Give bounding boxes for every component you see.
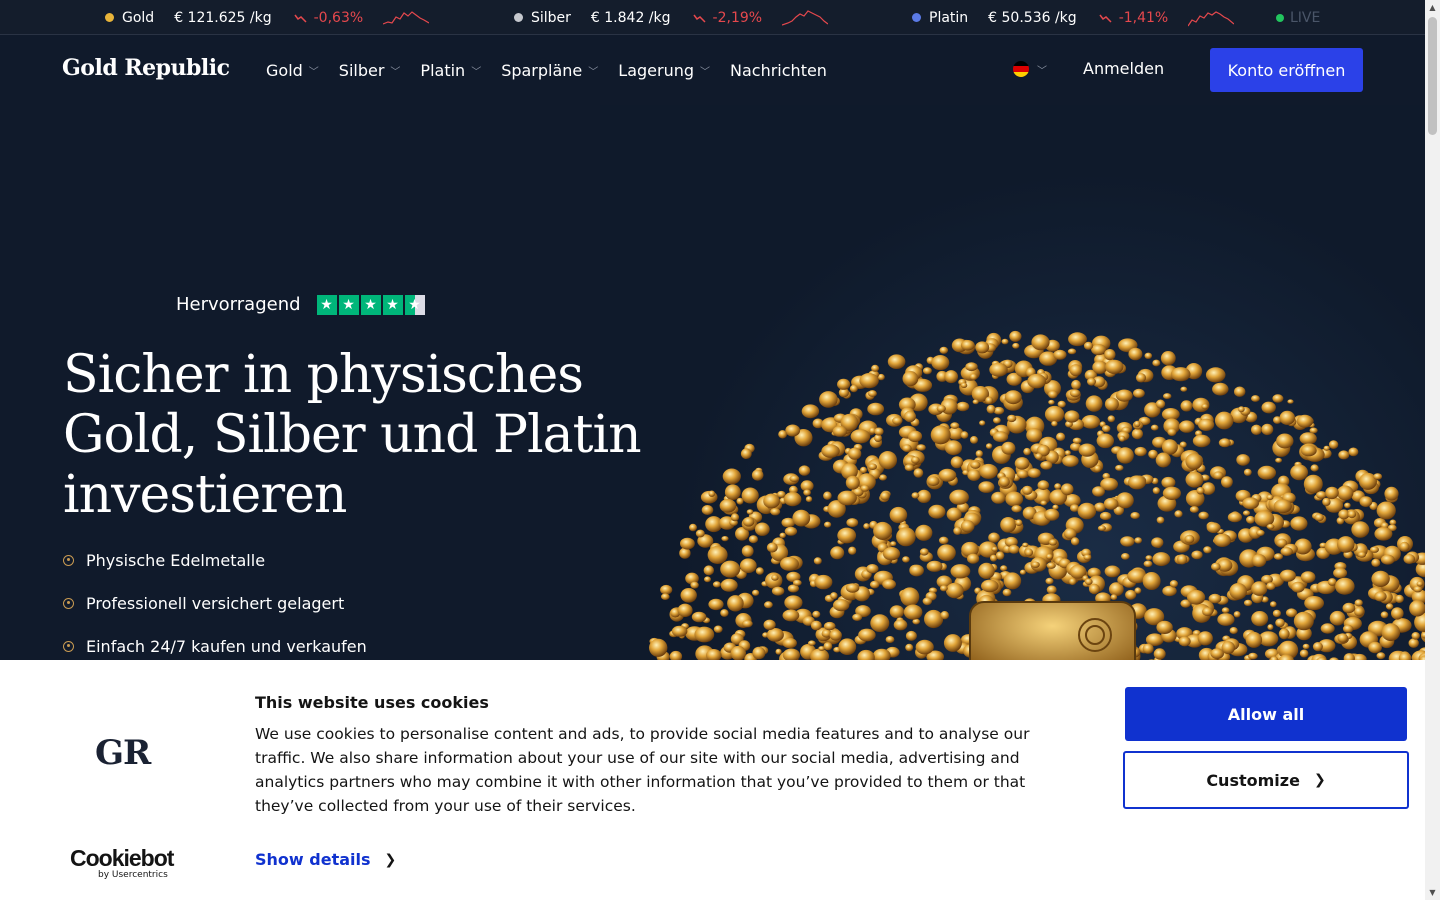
hero-bullets: Physische Edelmetalle Professionell vers… bbox=[63, 548, 367, 677]
list-item: Professionell versichert gelagert bbox=[63, 591, 367, 615]
bullet-ring-icon bbox=[63, 597, 74, 609]
chevron-down-icon: ﹀ bbox=[390, 66, 401, 78]
live-dot-icon bbox=[1276, 13, 1284, 22]
cookiebot-logo[interactable]: Cookiebot by Usercentrics bbox=[70, 845, 174, 880]
star-icon: ★ bbox=[316, 294, 337, 315]
open-account-button[interactable]: Konto eröffnen bbox=[1210, 48, 1363, 92]
sparkline-icon bbox=[782, 9, 829, 26]
chevron-down-icon: ﹀ bbox=[308, 66, 319, 78]
scrollbar-thumb[interactable] bbox=[1428, 17, 1437, 135]
platinum-dot-icon bbox=[912, 13, 921, 22]
trend-down-icon bbox=[692, 14, 706, 23]
scroll-up-icon[interactable]: ▲ bbox=[1425, 0, 1440, 15]
ticker-platin[interactable]: Platin € 50.536 /kg -1,41% bbox=[912, 0, 1235, 35]
chevron-down-icon: ﹀ bbox=[588, 66, 599, 78]
ticker-price: € 50.536 /kg bbox=[988, 9, 1077, 26]
customize-button[interactable]: Customize ❯ bbox=[1123, 751, 1409, 809]
silver-dot-icon bbox=[514, 13, 523, 22]
ticker-name: Gold bbox=[122, 9, 155, 26]
bullet-ring-icon bbox=[63, 640, 74, 652]
hero-headline: Sicher in physisches Gold, Silber und Pl… bbox=[63, 345, 642, 525]
sparkline-icon bbox=[383, 10, 430, 25]
nav-item-platin[interactable]: Platin ﹀ bbox=[420, 61, 481, 80]
ticker-silber[interactable]: Silber € 1.842 /kg -2,19% bbox=[514, 0, 829, 35]
nav-item-silber[interactable]: Silber ﹀ bbox=[339, 61, 401, 80]
chevron-right-icon: ❯ bbox=[1313, 772, 1326, 788]
list-item: Physische Edelmetalle bbox=[63, 548, 367, 572]
ticker-gold[interactable]: Gold € 121.625 /kg -0,63% bbox=[105, 0, 430, 35]
gold-granules-image bbox=[649, 330, 1425, 665]
show-details-link[interactable]: Show details ❯ bbox=[255, 850, 396, 869]
site-header: Gold Republic Gold ﹀ Silber ﹀ Platin ﹀ Spar… bbox=[0, 35, 1425, 105]
live-indicator: LIVE bbox=[1276, 0, 1320, 35]
rating-stars: ★ ★ ★ ★ ★ bbox=[316, 294, 427, 315]
sparkline-icon bbox=[1188, 10, 1235, 26]
ticker-change: -1,41% bbox=[1099, 10, 1168, 26]
star-icon: ★ bbox=[360, 294, 381, 315]
live-label: LIVE bbox=[1290, 9, 1321, 26]
chevron-down-icon: ﹀ bbox=[700, 66, 711, 78]
ticker-price: € 1.842 /kg bbox=[590, 9, 671, 26]
ticker-change: -2,19% bbox=[692, 10, 762, 26]
login-link[interactable]: Anmelden bbox=[1083, 59, 1164, 78]
ticker-name: Silber bbox=[531, 9, 571, 26]
trend-down-icon bbox=[294, 14, 307, 23]
nav-item-lagerung[interactable]: Lagerung ﹀ bbox=[618, 61, 710, 80]
cookie-text: We use cookies to personalise content an… bbox=[255, 725, 1030, 815]
ticker-price: € 121.625 /kg bbox=[174, 9, 272, 26]
brand-logo: GR bbox=[95, 733, 151, 773]
gold-dot-icon bbox=[105, 13, 114, 22]
cookie-banner: GR Cookiebot by Usercentrics This websit… bbox=[0, 660, 1425, 900]
site-logo[interactable]: Gold Republic bbox=[62, 55, 230, 81]
chevron-down-icon: ﹀ bbox=[471, 66, 482, 78]
language-selector[interactable]: ﹀ bbox=[1013, 61, 1047, 77]
trustpilot-rating[interactable]: Hervorragend ★ ★ ★ ★ ★ bbox=[176, 294, 427, 315]
bullet-ring-icon bbox=[63, 554, 74, 566]
chevron-right-icon: ❯ bbox=[384, 851, 397, 868]
nav-item-sparplaene[interactable]: Sparpläne ﹀ bbox=[501, 61, 598, 80]
ticker-name: Platin bbox=[929, 9, 969, 26]
chevron-down-icon: ﹀ bbox=[1037, 65, 1047, 77]
main-nav: Gold ﹀ Silber ﹀ Platin ﹀ Sparpläne ﹀ Lagerun… bbox=[266, 35, 847, 105]
scroll-down-icon[interactable]: ▼ bbox=[1425, 885, 1440, 900]
half-star-icon: ★ bbox=[404, 294, 425, 315]
ticker-change: -0,63% bbox=[294, 10, 363, 26]
price-ticker: Gold € 121.625 /kg -0,63% Silber € 1.842… bbox=[0, 0, 1425, 35]
star-icon: ★ bbox=[382, 294, 403, 315]
star-icon: ★ bbox=[338, 294, 359, 315]
rating-label: Hervorragend bbox=[176, 294, 301, 315]
allow-all-button[interactable]: Allow all bbox=[1125, 687, 1407, 741]
page-scrollbar[interactable]: ▲ ▼ bbox=[1425, 0, 1440, 900]
nav-item-nachrichten[interactable]: Nachrichten bbox=[730, 61, 827, 80]
list-item: Einfach 24/7 kaufen und verkaufen bbox=[63, 634, 367, 658]
german-flag-icon bbox=[1013, 61, 1029, 77]
nav-item-gold[interactable]: Gold ﹀ bbox=[266, 61, 319, 80]
cookie-title: This website uses cookies bbox=[255, 693, 489, 712]
trend-down-icon bbox=[1099, 14, 1112, 23]
